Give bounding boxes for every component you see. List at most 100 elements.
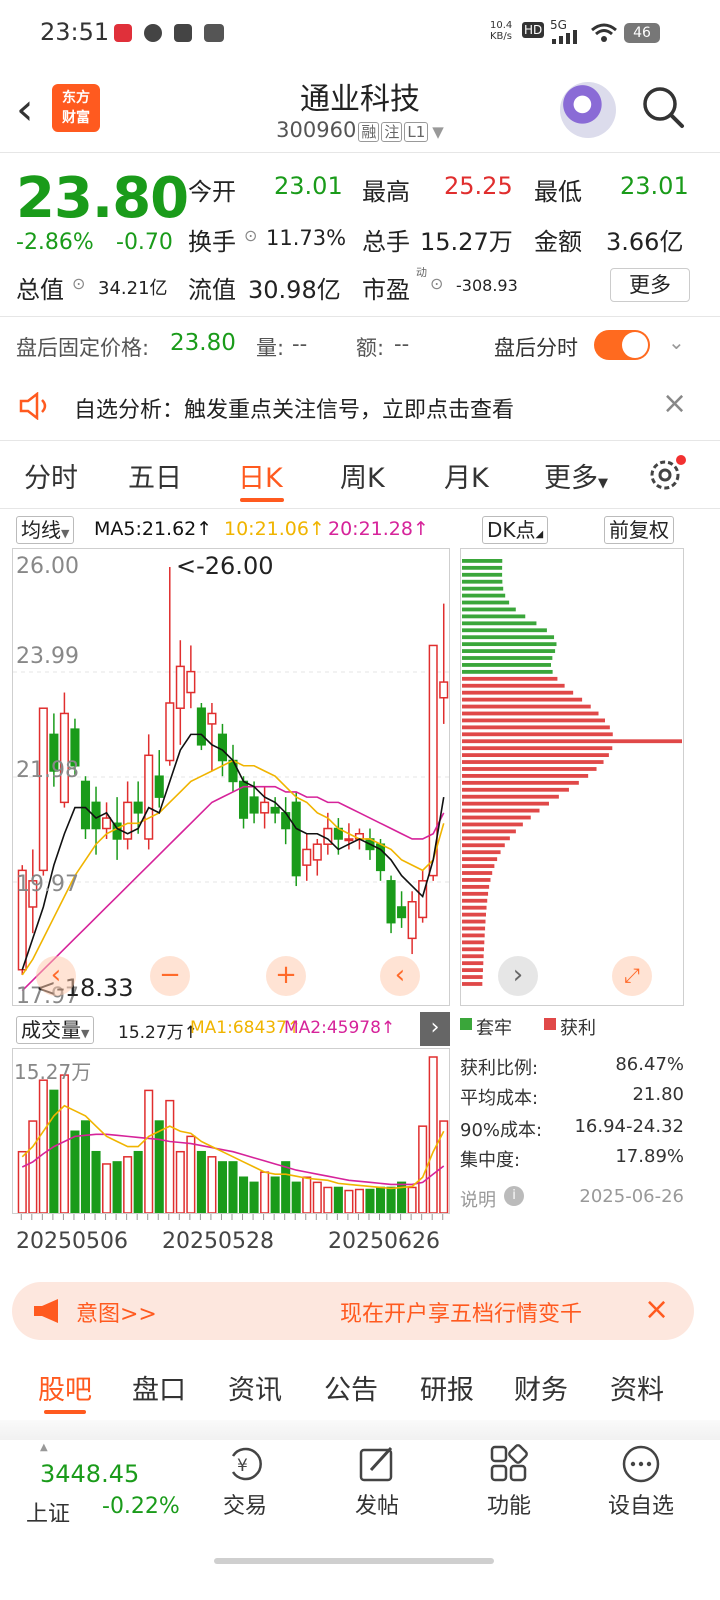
nav-post-label: 发帖 xyxy=(354,1494,399,1519)
chip-bar-profit xyxy=(462,940,485,945)
expand-panel-button[interactable]: › xyxy=(420,1012,450,1046)
back-button[interactable]: ‹ xyxy=(16,88,34,132)
note-label[interactable]: 说明 xyxy=(460,1186,496,1212)
chip-bar-profit xyxy=(462,697,583,702)
dk-selector[interactable]: DK点◢ xyxy=(482,516,549,544)
chip-bar-profit xyxy=(462,815,531,820)
close-icon[interactable]: × xyxy=(662,386,687,421)
megaphone-icon xyxy=(34,1299,58,1323)
fullscreen-icon[interactable]: ⤢ xyxy=(612,956,652,996)
volume-bar xyxy=(291,1181,301,1213)
tab-intraday[interactable]: 分时 xyxy=(24,456,78,495)
candle-body xyxy=(397,906,407,919)
chip-bar-trap xyxy=(462,614,526,619)
chip-value: 16.94-24.32 xyxy=(574,1116,684,1137)
status-bar: 23:51 10.4 KB/s HD 5G 46 xyxy=(0,0,720,64)
search-icon[interactable] xyxy=(640,84,686,130)
tab-announcements[interactable]: 公告 xyxy=(324,1368,378,1407)
scroll-left-button[interactable]: ‹ xyxy=(36,956,76,996)
index-change[interactable]: -0.22% xyxy=(102,1494,180,1519)
zoom-out-button[interactable]: − xyxy=(150,956,190,996)
brand-logo[interactable]: 东方 财富 xyxy=(52,84,100,132)
tab-depth[interactable]: 盘口 xyxy=(132,1368,186,1407)
caret-down-icon: ▼ xyxy=(81,1027,90,1040)
candle-body xyxy=(281,812,291,830)
stock-code-row[interactable]: 300960 融注 L1 ▼ xyxy=(200,118,520,142)
settings-icon[interactable] xyxy=(646,454,686,494)
tab-daily-k[interactable]: 日K xyxy=(238,456,283,495)
expand-button[interactable]: › xyxy=(498,956,538,996)
index-value[interactable]: 3448.45 xyxy=(40,1460,139,1488)
divider xyxy=(0,316,720,317)
more-button[interactable]: 更多 xyxy=(610,268,690,302)
chip-bar-profit xyxy=(462,767,597,771)
mktcap-value: 34.21亿 xyxy=(98,278,168,299)
last-price: 23.80 xyxy=(16,166,189,231)
volume-bar xyxy=(38,1079,48,1213)
afterhours-amt-label: 额: xyxy=(356,336,385,360)
volume-bar xyxy=(344,1189,354,1213)
info-icon[interactable]: ⊙ xyxy=(72,274,85,293)
chip-label: 90%成本: xyxy=(460,1120,543,1141)
nav-function[interactable]: 功能 xyxy=(454,1444,564,1520)
chip-bar-profit xyxy=(462,822,523,827)
volume-label: 总手 xyxy=(362,228,410,256)
ma-selector[interactable]: 均线▼ xyxy=(16,516,75,544)
nav-watchlist[interactable]: 设自选 xyxy=(586,1444,696,1520)
volume-bar xyxy=(386,1186,396,1213)
candle-body xyxy=(102,817,112,830)
tab-five-day[interactable]: 五日 xyxy=(128,456,182,495)
volume-max-label: 15.27万 xyxy=(14,1060,92,1084)
promo-banner[interactable]: 意图>> 现在开户享五档行情变千 × xyxy=(12,1282,694,1340)
candle-body xyxy=(38,707,48,872)
tab-research[interactable]: 研报 xyxy=(420,1368,474,1407)
chip-bar-profit xyxy=(462,919,486,924)
mail-icon xyxy=(174,24,192,42)
battery-icon: 46 xyxy=(624,23,660,43)
turnover-label: 换手 xyxy=(188,228,236,256)
up-arrow-icon: ▲ xyxy=(40,1442,48,1453)
chip-bar-profit xyxy=(462,961,484,966)
tab-news[interactable]: 资讯 xyxy=(228,1368,282,1407)
info-icon[interactable]: ⊙ xyxy=(430,274,443,293)
tab-monthly-k[interactable]: 月K xyxy=(444,456,489,495)
assistant-avatar[interactable] xyxy=(560,82,616,138)
nav-trade[interactable]: ¥ 交易 xyxy=(190,1444,300,1520)
svg-text:¥: ¥ xyxy=(237,1456,248,1476)
afterhours-toggle[interactable] xyxy=(594,330,650,360)
chip-bar-profit xyxy=(462,808,540,813)
tab-financials[interactable]: 财务 xyxy=(514,1368,568,1407)
speaker-icon xyxy=(19,392,47,420)
x-tick-label: 20250626 xyxy=(328,1229,440,1254)
change-pct: -2.86% xyxy=(16,230,94,255)
nav-post[interactable]: 发帖 xyxy=(322,1444,432,1520)
candle-body xyxy=(186,670,196,694)
adjust-selector[interactable]: 前复权 xyxy=(604,516,674,544)
tab-forum[interactable]: 股吧 xyxy=(38,1368,92,1407)
candle-body xyxy=(175,665,185,709)
close-icon[interactable]: × xyxy=(644,1292,669,1327)
volume-selector[interactable]: 成交量▼ xyxy=(16,1016,95,1044)
tab-profile[interactable]: 资料 xyxy=(610,1368,664,1407)
prev-button[interactable]: ‹ xyxy=(380,956,420,996)
afterhours-vol-label: 量: xyxy=(256,336,285,360)
chip-bar-profit xyxy=(462,871,493,875)
amount-value: 3.66亿 xyxy=(606,228,684,256)
index-name[interactable]: 上证 xyxy=(26,1496,70,1528)
chip-bar-profit xyxy=(462,912,486,917)
info-icon[interactable]: ⊙ xyxy=(244,226,257,245)
zoom-in-button[interactable]: + xyxy=(266,956,306,996)
info-icon[interactable]: i xyxy=(504,1186,524,1206)
chip-bar-profit xyxy=(462,829,516,834)
candle-body xyxy=(302,848,312,866)
dropdown-icon: ▼ xyxy=(432,123,444,141)
chip-bar-profit xyxy=(462,982,483,986)
chevron-down-icon[interactable]: ⌄ xyxy=(668,330,685,354)
tab-weekly-k[interactable]: 周K xyxy=(340,456,385,495)
alert-banner[interactable]: 自选分析：触发重点关注信号，立即点击查看 × xyxy=(0,372,720,440)
chip-distribution-chart[interactable] xyxy=(460,548,684,1006)
chip-bar-trap xyxy=(462,579,503,584)
ma20-label: 20:21.28↑ xyxy=(328,518,429,540)
high-label: 最高 xyxy=(362,178,410,206)
tab-more[interactable]: 更多▼ xyxy=(544,456,608,495)
